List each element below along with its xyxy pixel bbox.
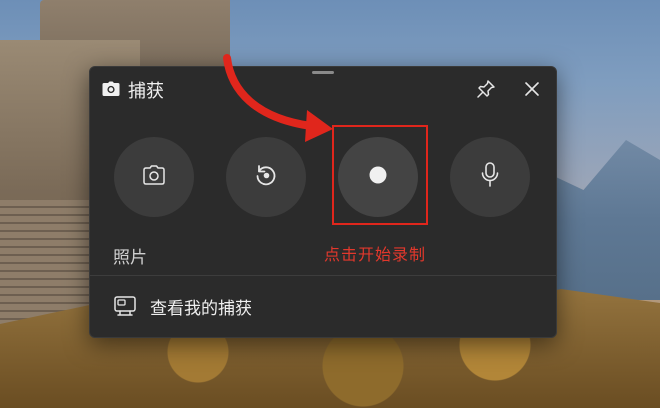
pin-button[interactable] [472, 77, 500, 105]
camera-icon [102, 81, 120, 97]
annotation-arrow-icon [223, 54, 333, 142]
gallery-icon [114, 296, 136, 316]
close-button[interactable] [518, 77, 546, 105]
microphone-icon [480, 162, 500, 192]
view-captures-label: 查看我的捕获 [150, 298, 252, 319]
pin-icon [476, 79, 496, 103]
microphone-button[interactable] [450, 137, 530, 217]
record-annotation: 点击开始录制 [324, 245, 427, 264]
record-highlight-box [332, 125, 428, 225]
photo-label: 照片 [113, 248, 147, 268]
view-captures-link[interactable]: 查看我的捕获 [90, 279, 556, 333]
camera-icon [143, 165, 165, 189]
replay-icon [254, 163, 278, 191]
panel-divider [90, 275, 556, 276]
panel-title: 捕获 [128, 81, 164, 102]
take-photo-button[interactable] [114, 137, 194, 217]
close-icon [524, 81, 540, 101]
